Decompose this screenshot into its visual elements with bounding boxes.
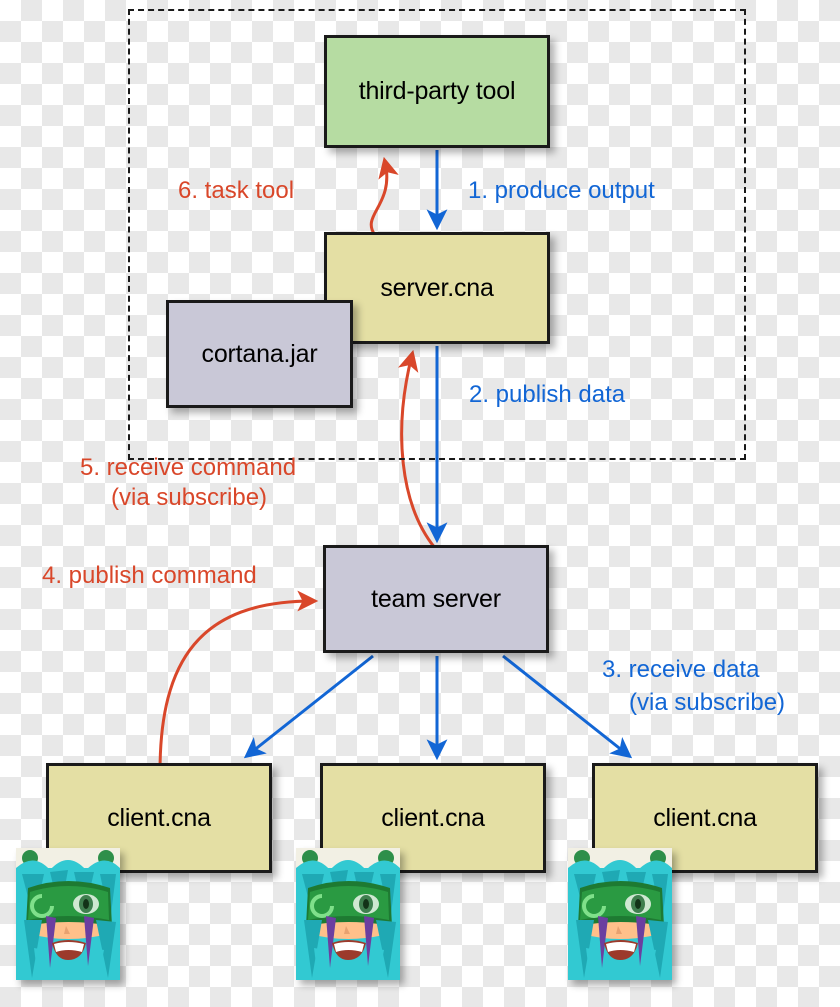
flow-label-step-6: 6. task tool	[178, 177, 295, 204]
node-label: client.cna	[107, 803, 211, 832]
flow-label-step-4: 4. publish command	[42, 562, 257, 589]
node-label: client.cna	[381, 803, 485, 832]
node-label: third-party tool	[358, 77, 516, 105]
diagram-canvas: third-party tool server.cna cortana.jar …	[0, 0, 840, 1007]
node-third-party-tool[interactable]: third-party tool	[324, 35, 550, 148]
arrow-publish-command	[158, 590, 319, 773]
node-team-server[interactable]: team server	[323, 545, 549, 653]
node-label: client.cna	[653, 803, 757, 832]
node-server-cna[interactable]: server.cna	[324, 232, 550, 344]
cortana-anime-avatar-icon-2	[296, 848, 400, 980]
node-label: team server	[371, 584, 501, 613]
node-label: cortana.jar	[201, 339, 318, 368]
node-label: server.cna	[380, 273, 494, 302]
flow-label-step-3-line1: 3. receive data	[602, 656, 760, 683]
cortana-anime-avatar-icon-1	[16, 848, 120, 980]
flow-label-step-2: 2. publish data	[469, 381, 626, 408]
node-cortana-jar[interactable]: cortana.jar	[166, 300, 353, 408]
cortana-anime-avatar-icon-3	[568, 848, 672, 980]
arrow-receive-data-1	[243, 654, 374, 759]
flow-label-step-5-line2: (via subscribe)	[111, 484, 268, 511]
flow-label-step-5-line1: 5. receive command	[80, 454, 297, 481]
flow-label-step-1: 1. produce output	[468, 177, 655, 204]
flow-label-step-3-line2: (via subscribe)	[629, 689, 786, 716]
